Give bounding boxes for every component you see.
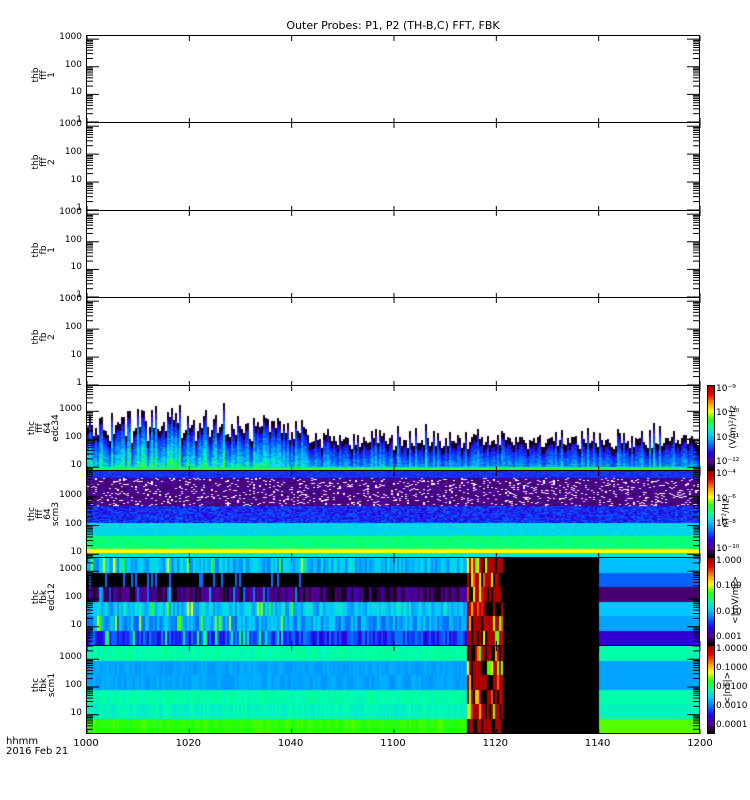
colorbar-tick-label: 10⁻¹²	[716, 457, 740, 467]
panel-label: thc fff 64 edc34	[27, 408, 61, 448]
panel-label: thc fbk edc12	[31, 577, 57, 617]
panel-label-line: 2	[47, 159, 57, 165]
y-tick-label: 1000	[59, 564, 82, 575]
colorbar-unit: <|nT|>	[723, 671, 734, 705]
colorbar-unit: nT²/Hz	[721, 497, 732, 528]
colorbar	[707, 470, 715, 558]
x-tick-label: 1140	[584, 738, 611, 749]
panel-label: thc fff 64 scm3	[27, 494, 61, 534]
x-tick-label: 1120	[482, 738, 509, 749]
x-tick-label: 1100	[380, 738, 406, 749]
panel-label-line: scm1	[47, 672, 57, 698]
x-tick-label: 1000	[73, 738, 99, 749]
x-tick-label: 1020	[175, 738, 202, 749]
panel-label-line: edc12	[47, 583, 57, 611]
axis-ticks	[87, 558, 701, 646]
colorbar	[707, 557, 715, 646]
colorbar-tick-label: 1.0000	[716, 644, 748, 654]
panel-label: thb fb 2	[31, 317, 57, 357]
axis-ticks	[87, 386, 701, 471]
colorbar	[707, 385, 715, 471]
date-label: 2016 Feb 21	[6, 746, 69, 757]
x-tick-label: 1200	[687, 738, 713, 749]
panel-label-line: edc34	[51, 413, 61, 442]
spectrogram-panel	[86, 470, 701, 558]
axis-ticks	[87, 36, 701, 123]
panel-label-line: 1	[47, 71, 57, 78]
panel-label-line: scm3	[51, 501, 61, 526]
colorbar-tick-label: 1.000	[716, 556, 742, 566]
y-tick-label: 10	[70, 460, 82, 471]
figure-title: Outer Probes: P1, P2 (TH-B,C) FFT, FBK	[286, 19, 500, 32]
spectrogram-panel	[86, 122, 701, 211]
axis-ticks	[87, 211, 701, 298]
y-tick-label: 1	[76, 378, 82, 388]
spectrogram-panel	[86, 385, 701, 471]
spectrogram-panel	[86, 645, 701, 734]
colorbar-tick-label: 10⁻⁴	[716, 469, 736, 479]
axis-ticks	[87, 123, 701, 211]
y-tick-label: 1000	[59, 294, 82, 305]
colorbar-tick-label: 0.001	[716, 632, 742, 642]
spectrogram-panel	[86, 557, 701, 646]
panel-label-line: 1	[47, 246, 57, 253]
y-tick-label: 1000	[59, 32, 82, 43]
colorbar-tick-label: 10⁻¹⁰	[716, 544, 740, 554]
spectrogram-figure: Outer Probes: P1, P2 (TH-B,C) FFT, FBK h…	[0, 0, 750, 800]
panel-label: thb fb 1	[31, 230, 57, 270]
y-tick-label: 10	[70, 547, 82, 558]
axis-ticks	[87, 471, 701, 558]
colorbar	[707, 645, 715, 734]
axis-ticks	[87, 646, 701, 734]
spectrogram-panel	[86, 297, 701, 386]
colorbar-unit: <|mV/m|>	[730, 576, 741, 624]
y-tick-label: 10	[70, 619, 82, 630]
panel-label: thb fff 1	[31, 55, 57, 95]
colorbar-tick-label: 10⁻⁹	[716, 384, 736, 394]
colorbar-tick-label: 0.0001	[716, 720, 748, 730]
axis-ticks	[87, 298, 701, 386]
y-tick-label: 1000	[59, 652, 82, 663]
y-tick-label: 1000	[59, 207, 82, 218]
colorbar-unit: (V/m)²/Hz	[728, 404, 739, 449]
panel-label: thb fff 2	[31, 142, 57, 182]
panel-label: thc fbk scm1	[31, 665, 57, 705]
panel-label-line: 2	[47, 334, 57, 340]
spectrogram-panel	[86, 210, 701, 298]
y-tick-label: 1000	[59, 119, 82, 130]
x-tick-label: 1040	[277, 738, 304, 749]
spectrogram-panel	[86, 35, 701, 123]
y-tick-label: 10	[70, 707, 82, 718]
